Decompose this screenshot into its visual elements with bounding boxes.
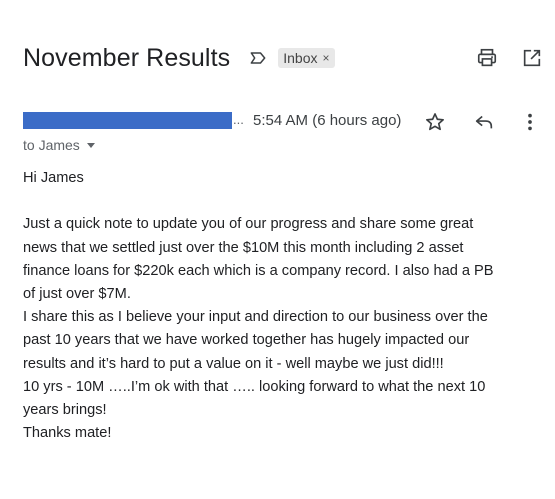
recipient-details-toggle[interactable]: to James (23, 137, 96, 153)
subject-row: November Results Inbox × (23, 40, 335, 76)
caret-down-icon[interactable] (86, 140, 96, 150)
body-line: news that we settled just over the $10M … (23, 239, 464, 256)
body-line: past 10 years that we have worked togeth… (23, 332, 470, 349)
print-icon[interactable] (476, 47, 498, 69)
message-body: Hi James Just a quick note to update you… (23, 167, 543, 445)
body-line: of just over $7M. (23, 285, 131, 302)
inbox-label-text: Inbox (283, 50, 318, 66)
star-icon[interactable] (424, 111, 446, 133)
sign-off: Thanks mate! (23, 425, 112, 442)
body-line: results and it’s hard to put a value on … (23, 355, 444, 372)
greeting: Hi James (23, 170, 84, 186)
body-line: finance loans for $220k each which is a … (23, 262, 494, 279)
sender-ellipsis: ... (233, 112, 244, 127)
body-line: years brings! (23, 401, 107, 418)
reply-icon[interactable] (473, 111, 495, 133)
body-line: I share this as I believe your input and… (23, 309, 488, 326)
open-in-new-window-icon[interactable] (521, 47, 543, 69)
more-vert-icon[interactable] (520, 111, 540, 133)
sender-name-redacted (23, 112, 232, 129)
email-subject: November Results (23, 43, 231, 72)
message-timestamp: 5:54 AM (6 hours ago) (253, 112, 402, 129)
inbox-label-chip[interactable]: Inbox × (278, 48, 335, 68)
label-important-icon[interactable] (248, 48, 268, 68)
remove-label-icon[interactable]: × (322, 51, 329, 65)
body-line: Just a quick note to update you of our p… (23, 216, 474, 233)
body-line: 10 yrs - 10M …..I’m ok with that ….. loo… (23, 378, 486, 395)
recipient-text: to James (23, 137, 80, 153)
